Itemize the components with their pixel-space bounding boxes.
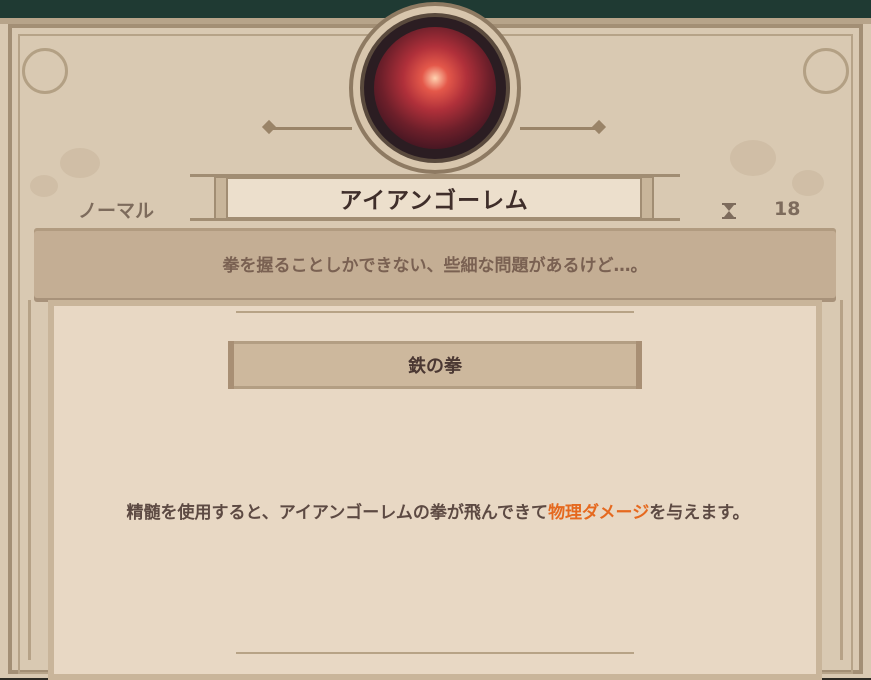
- desc-text-after: を与えます。: [649, 503, 750, 523]
- corner-ornament-top-right: [803, 48, 849, 94]
- panel-rail-top: [236, 311, 634, 313]
- flavor-text: 拳を握ることしかできない、些細な問題があるけど…。: [222, 255, 648, 276]
- skill-description: 精髄を使用すると、アイアンゴーレムの拳が飛んできて物理ダメージを与えます。: [88, 500, 788, 527]
- gem-arrow-right: [520, 127, 600, 130]
- paper-stain: [60, 148, 100, 178]
- red-orb-icon: [374, 27, 496, 149]
- gem-arrow-left: [268, 127, 352, 130]
- paper-stain: [792, 170, 824, 196]
- card-name: アイアンゴーレム: [339, 188, 529, 214]
- corner-ornament-top-left: [22, 48, 68, 94]
- rarity-label: ノーマル: [78, 200, 155, 222]
- paper-stain: [730, 140, 776, 176]
- side-rail-right: [840, 300, 843, 660]
- desc-keyword-physical-damage: 物理ダメージ: [548, 503, 650, 523]
- desc-text-before: 精髄を使用すると、アイアンゴーレムの拳が飛んできて: [126, 503, 549, 523]
- hourglass-icon: [722, 203, 736, 219]
- panel-rail-bottom: [236, 652, 634, 654]
- card-name-plate: アイアンゴーレム: [214, 176, 654, 220]
- paper-stain: [30, 175, 58, 197]
- side-rail-left: [28, 300, 31, 660]
- cost-value: 18: [774, 198, 801, 220]
- skill-title-plate: 鉄の拳: [228, 341, 642, 389]
- flavor-banner: 拳を握ることしかできない、些細な問題があるけど…。: [34, 228, 836, 298]
- skill-title: 鉄の拳: [408, 356, 462, 377]
